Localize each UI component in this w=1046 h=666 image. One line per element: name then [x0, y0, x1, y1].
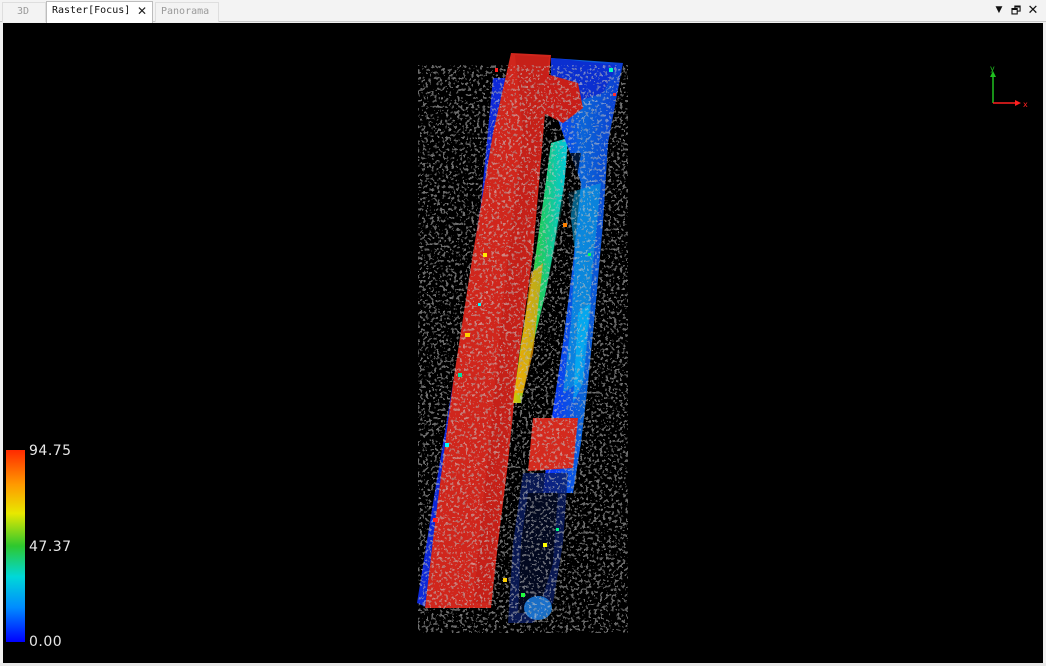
legend-max-value: 94.75: [29, 443, 72, 459]
tab-panorama-label: Panorama: [161, 6, 210, 17]
tab-close-icon[interactable]: ✕: [137, 2, 147, 20]
axis-indicator: y x: [990, 65, 1028, 109]
raster-point-cloud: [417, 53, 628, 633]
view-tab-bar: 3D Raster[Focus] ✕ Panorama ▼ 🗗 ✕: [0, 0, 1046, 23]
raster-viewport[interactable]: y x 94.75 47.37 0.00: [3, 23, 1043, 663]
color-legend-bar: [6, 450, 25, 642]
close-window-icon[interactable]: ✕: [1026, 3, 1040, 18]
tab-raster-label: Raster[Focus]: [52, 5, 131, 16]
tab-panorama[interactable]: Panorama: [155, 2, 219, 22]
x-axis-arrow: [1015, 100, 1021, 106]
x-axis-label: x: [1023, 100, 1028, 109]
legend-min-value: 0.00: [29, 634, 63, 650]
y-axis-label: y: [990, 65, 995, 73]
legend-mid-value: 47.37: [29, 539, 72, 555]
restore-window-icon[interactable]: 🗗: [1009, 3, 1023, 18]
tab-3d[interactable]: 3D: [2, 2, 46, 22]
tab-raster-focus[interactable]: Raster[Focus] ✕: [46, 1, 153, 23]
triangle-down-icon[interactable]: ▼: [992, 3, 1006, 18]
tab-3d-label: 3D: [17, 6, 30, 17]
